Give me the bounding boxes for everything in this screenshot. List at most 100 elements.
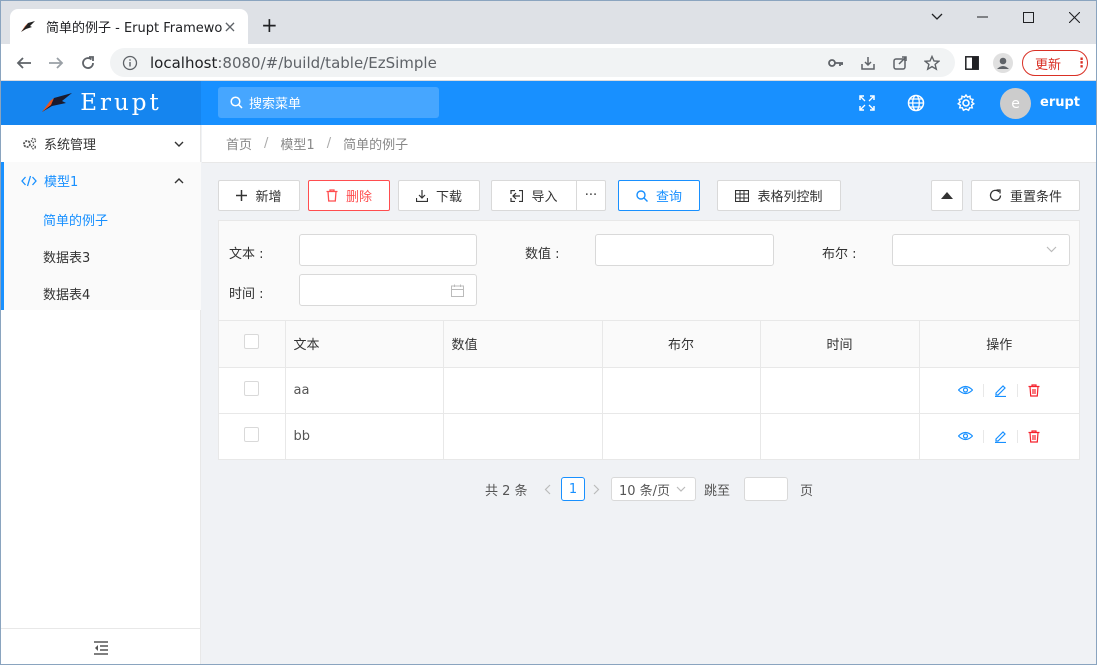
- cell-time: [760, 367, 920, 414]
- view-eye-icon[interactable]: [958, 431, 974, 441]
- collapse-filter-button[interactable]: [931, 180, 963, 211]
- prev-page-icon[interactable]: [544, 477, 551, 501]
- delete-trash-icon[interactable]: [1028, 383, 1040, 397]
- row-checkbox[interactable]: [244, 380, 260, 396]
- add-label: 新增: [255, 190, 282, 205]
- pagination-total: 共 2 条: [485, 483, 528, 499]
- cell-actions: [919, 413, 1079, 460]
- next-page-icon[interactable]: [593, 477, 600, 501]
- settings-gear-icon[interactable]: [956, 93, 976, 113]
- search-icon: [636, 189, 648, 202]
- column-header-bool[interactable]: 布尔: [602, 321, 761, 368]
- username[interactable]: erupt: [1040, 95, 1080, 110]
- sidebar-subitem-simple-example[interactable]: 简单的例子: [43, 210, 108, 229]
- delete-trash-icon[interactable]: [1028, 429, 1040, 443]
- text-filter-input[interactable]: [299, 234, 477, 266]
- search-icon: [230, 96, 243, 109]
- import-button[interactable]: 导入: [491, 180, 577, 211]
- reload-icon: [989, 189, 1002, 202]
- site-info-icon[interactable]: [122, 55, 138, 71]
- new-tab-icon[interactable]: +: [261, 15, 278, 35]
- bool-filter-select[interactable]: [892, 234, 1070, 266]
- side-panel-icon[interactable]: [962, 53, 982, 73]
- row-select-cell: [219, 413, 286, 460]
- avatar[interactable]: e: [1000, 88, 1031, 119]
- cell-time: [760, 413, 920, 460]
- select-all-checkbox[interactable]: [244, 334, 260, 350]
- back-arrow-icon[interactable]: [13, 52, 35, 74]
- jump-label: 跳至: [704, 483, 731, 499]
- password-key-icon[interactable]: [826, 53, 846, 73]
- cell-bool: [602, 413, 761, 460]
- forward-arrow-icon[interactable]: [45, 52, 67, 74]
- column-header-text[interactable]: 文本: [285, 321, 444, 368]
- reload-icon[interactable]: [77, 52, 99, 74]
- number-filter-input[interactable]: [595, 234, 774, 266]
- column-header-number[interactable]: 数值: [443, 321, 603, 368]
- collapse-sidebar-button[interactable]: [1, 628, 201, 664]
- page-1-button[interactable]: 1: [561, 477, 585, 501]
- minimize-icon[interactable]: [959, 1, 1005, 33]
- download-button[interactable]: 下载: [398, 180, 480, 211]
- time-filter-label: 时间 :: [229, 287, 264, 302]
- bool-filter-label: 布尔 :: [822, 247, 857, 262]
- url-path: :8080/#/build/table/EzSimple: [217, 53, 437, 72]
- reset-conditions-button[interactable]: 重置条件: [971, 180, 1080, 211]
- fullscreen-icon[interactable]: [857, 93, 877, 113]
- download-icon: [415, 189, 428, 202]
- view-eye-icon[interactable]: [958, 385, 974, 395]
- share-icon[interactable]: [890, 53, 910, 73]
- jump-page-input[interactable]: [744, 477, 788, 501]
- breadcrumb: 首页 / 模型1 / 简单的例子: [202, 125, 1096, 163]
- reset-label: 重置条件: [1009, 190, 1062, 205]
- profile-icon[interactable]: [993, 53, 1013, 73]
- page-size-select[interactable]: 10 条/页: [611, 477, 696, 501]
- sidebar-subitem-table3[interactable]: 数据表3: [43, 247, 90, 266]
- breadcrumb-home[interactable]: 首页: [226, 134, 252, 153]
- sidebar-item-system-management[interactable]: 系统管理: [1, 125, 201, 162]
- sidebar-subitem-table4[interactable]: 数据表4: [43, 284, 90, 303]
- filter-form: 文本 : 数值 : 布尔 : 时间 :: [219, 221, 1079, 321]
- column-control-button[interactable]: 表格列控制: [717, 180, 841, 211]
- close-window-icon[interactable]: [1051, 1, 1096, 33]
- divider: [983, 383, 985, 397]
- cell-text: aa: [285, 367, 444, 414]
- bookmark-star-icon[interactable]: [922, 53, 942, 73]
- sidebar-submenu-model1: 模型1 简单的例子 数据表3 数据表4: [1, 162, 201, 310]
- column-control-label: 表格列控制: [757, 190, 823, 205]
- kebab-menu-icon[interactable]: ⋮: [1075, 56, 1088, 71]
- ellipsis-icon: ···: [584, 188, 598, 203]
- query-button[interactable]: 查询: [618, 180, 700, 211]
- page-size-value: 10 条/页: [619, 483, 671, 499]
- chevron-up-icon: [173, 175, 185, 187]
- cell-text: bb: [285, 413, 444, 460]
- browser-tab[interactable]: 简单的例子 - Erupt Framework ×: [10, 9, 248, 44]
- sidebar-item-label: 模型1: [44, 175, 79, 190]
- maximize-icon[interactable]: [1005, 1, 1051, 33]
- tab-search-chevron-icon[interactable]: [914, 1, 960, 33]
- row-checkbox[interactable]: [244, 426, 260, 442]
- sidebar-item-model1[interactable]: 模型1: [1, 162, 201, 199]
- breadcrumb-model1[interactable]: 模型1: [280, 134, 314, 153]
- app-logo[interactable]: Erupt: [1, 81, 201, 125]
- edit-pencil-icon[interactable]: [994, 430, 1007, 443]
- divider: [1017, 383, 1019, 397]
- language-globe-icon[interactable]: [906, 93, 926, 113]
- column-header-actions: 操作: [919, 321, 1079, 368]
- more-actions-button[interactable]: ···: [576, 180, 606, 211]
- column-header-time[interactable]: 时间: [760, 321, 920, 368]
- update-button[interactable]: 更新 ⋮: [1022, 50, 1088, 76]
- text-filter-label: 文本 :: [229, 247, 264, 262]
- url-host: localhost: [150, 53, 218, 72]
- add-button[interactable]: 新增: [218, 180, 300, 211]
- time-filter-datepicker[interactable]: [299, 274, 477, 306]
- number-filter-label: 数值 :: [525, 247, 560, 262]
- page-label: 页: [800, 483, 814, 499]
- menu-search-input[interactable]: 搜索菜单: [218, 87, 439, 118]
- table-icon: [735, 189, 750, 202]
- install-app-icon[interactable]: [858, 53, 878, 73]
- delete-button[interactable]: 删除: [308, 180, 390, 211]
- close-tab-icon[interactable]: ×: [222, 18, 238, 35]
- edit-pencil-icon[interactable]: [994, 384, 1007, 397]
- app-header: Erupt 搜索菜单 e erupt: [1, 81, 1096, 125]
